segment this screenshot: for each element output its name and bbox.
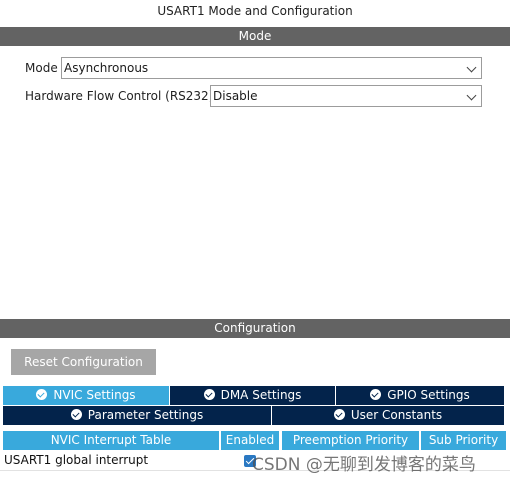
check-circle-icon xyxy=(333,409,345,420)
column-header-preemption-priority[interactable]: Preemption Priority xyxy=(282,431,419,450)
tab-user-constants[interactable]: User Constants xyxy=(272,406,504,425)
interrupt-name-cell: USART1 global interrupt xyxy=(4,453,149,467)
mode-section-header: Mode xyxy=(0,27,510,46)
flow-control-select[interactable]: Disable xyxy=(210,85,482,107)
configuration-section-header: Configuration xyxy=(0,319,510,338)
chevron-down-icon xyxy=(466,62,477,73)
tab-label: GPIO Settings xyxy=(387,388,470,402)
check-circle-icon xyxy=(70,409,82,420)
chevron-down-icon xyxy=(466,90,477,101)
check-circle-icon xyxy=(36,389,48,400)
tab-gpio-settings[interactable]: GPIO Settings xyxy=(336,386,504,405)
column-header-interrupt-table[interactable]: NVIC Interrupt Table xyxy=(3,431,219,450)
tab-label: Parameter Settings xyxy=(87,408,204,422)
tab-parameter-settings[interactable]: Parameter Settings xyxy=(3,406,271,425)
mode-select[interactable]: Asynchronous xyxy=(61,57,482,79)
flow-control-label: Hardware Flow Control (RS232) xyxy=(25,89,214,103)
reset-configuration-button[interactable]: Reset Configuration xyxy=(11,349,156,375)
column-header-enabled[interactable]: Enabled xyxy=(221,431,279,450)
tab-label: DMA Settings xyxy=(220,388,302,402)
check-circle-icon xyxy=(370,389,382,400)
watermark-text: CSDN @无聊到发博客的菜鸟 xyxy=(252,455,476,475)
tab-label: NVIC Settings xyxy=(53,388,136,402)
column-header-sub-priority[interactable]: Sub Priority xyxy=(421,431,506,450)
tab-nvic-settings[interactable]: NVIC Settings xyxy=(3,386,169,405)
flow-control-select-value: Disable xyxy=(213,89,258,103)
tab-label: User Constants xyxy=(350,408,443,422)
mode-select-value: Asynchronous xyxy=(64,61,149,75)
window-title: USART1 Mode and Configuration xyxy=(157,4,353,18)
tab-dma-settings[interactable]: DMA Settings xyxy=(170,386,335,405)
check-circle-icon xyxy=(203,389,215,400)
mode-label: Mode xyxy=(25,61,58,75)
